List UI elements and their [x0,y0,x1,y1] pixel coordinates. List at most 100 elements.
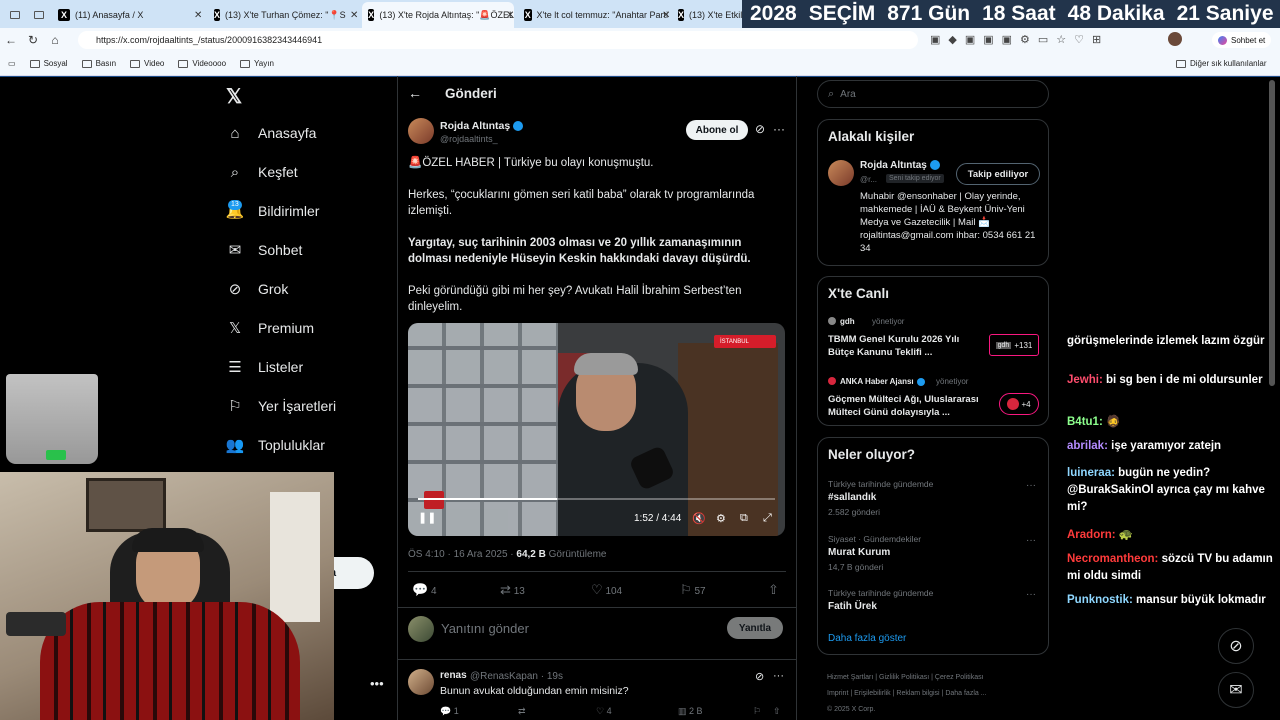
reply-author-handle[interactable]: @RenasKapan · 19s [470,671,563,682]
bookmark-folder[interactable]: Sosyal [29,59,68,68]
pause-icon[interactable]: ❚❚ [418,511,436,524]
trend-name[interactable]: #sallandık [828,492,876,503]
more-options-icon[interactable]: ··· [1026,535,1036,546]
reply-button[interactable]: Yanıtla [727,617,783,639]
bookmark-folder[interactable]: Basın [81,59,116,68]
extension-icons[interactable]: ▣◆▣▣▣⚙▭☆♡⊞ [930,33,1109,46]
browser-tab[interactable]: X X'te lt col temmuz: "Anahtar Parti [518,4,668,26]
trend-name[interactable]: Fatih Ürek [828,601,877,612]
folder-icon [81,59,92,68]
nav-explore[interactable]: ⌕ Keşfet [226,157,298,187]
url-field[interactable]: https://x.com/rojdaaltints_/status/20009… [78,31,918,49]
live-space-title[interactable]: Göçmen Mülteci Ağı, Uluslararası Mülteci… [828,393,988,419]
back-arrow-icon[interactable]: ← [408,85,422,101]
author-name[interactable]: Rojda Altıntaş [440,120,524,132]
subscribe-button[interactable]: Abone ol [686,120,748,140]
nav-premium[interactable]: 𝕏 Premium [226,313,314,343]
more-options-icon[interactable]: ··· [773,670,784,682]
footer-link[interactable]: Erişilebilirlik [854,690,891,697]
chat-message: B4tu1: 🧔 [1067,414,1277,431]
other-bookmarks[interactable]: Diğer sık kullanılanlar [1176,59,1266,68]
verified-badge-icon [513,121,524,132]
reply-bookmark-icon[interactable]: ⚐ [753,706,761,717]
nav-communities[interactable]: 👥 Topluluklar [226,430,325,460]
countdown-hours: 18 Saat [982,2,1056,25]
more-options-icon[interactable]: ··· [773,122,785,136]
scrollbar-thumb[interactable] [1269,80,1275,386]
avatar[interactable] [408,669,434,695]
picture-in-picture-icon[interactable]: ⧉ [740,512,748,525]
share-icon[interactable]: ⇧ [768,582,779,598]
search-input[interactable]: ⌕ Ara [817,80,1049,108]
like-action[interactable]: ♡ 104 [591,582,622,598]
channel-logo-icon [424,491,444,509]
grok-icon[interactable]: ⊘ [755,670,764,683]
nav-lists[interactable]: ☰ Listeler [226,352,303,382]
copilot-chat-button[interactable]: Sohbet et [1212,32,1272,48]
browser-tab-active[interactable]: X (13) X'te Rojda Altıntaş: "🚨ÖZEL [362,2,514,28]
bookmark-folder[interactable]: Video [130,59,164,68]
fullscreen-icon[interactable]: ⤢ [763,512,772,525]
x-logo-icon[interactable]: 𝕏 [226,84,242,109]
avatar[interactable] [1168,32,1182,46]
tab-close-icon[interactable]: ✕ [500,4,514,26]
show-more-link[interactable]: Daha fazla göster [828,633,906,644]
footer-link[interactable]: Hizmet Şartları [827,674,873,681]
more-options-icon[interactable]: ··· [1026,589,1036,600]
home-icon[interactable]: ⌂ [44,33,66,47]
more-options-icon[interactable]: ••• [370,676,384,691]
avatar[interactable] [828,160,854,186]
live-space-title[interactable]: TBMM Genel Kurulu 2026 Yılı Bütçe Kanunu… [828,333,978,359]
bookmark-action[interactable]: ⚐ 57 [680,582,706,598]
following-button[interactable]: Takip ediliyor [956,163,1040,185]
reply-reply-action[interactable]: 💬 1 [440,706,459,717]
reply-repost-icon[interactable]: ⇄ [518,706,526,717]
reply-action[interactable]: 💬 4 [412,582,437,598]
refresh-icon[interactable]: ↻ [22,33,44,47]
nav-home[interactable]: ⌂ Anasayfa [226,118,316,148]
grok-icon[interactable]: ⊘ [755,122,765,136]
reply-views-action[interactable]: ▥ 2 B [678,706,703,717]
tab-close-icon[interactable]: ✕ [656,4,670,26]
tab-title: (13) X'te Turhan Çömez: "📍Sağlı [225,9,346,20]
tab-close-icon[interactable]: ✕ [344,4,358,26]
browser-tab[interactable]: X (13) X'te Turhan Çömez: "📍Sağlı [208,4,346,26]
grok-floating-button[interactable]: ⊘ [1218,628,1254,664]
trend-name[interactable]: Murat Kurum [828,547,890,558]
browser-tab[interactable]: X (13) X'te Etkili [672,4,742,26]
workspaces-icon[interactable] [28,4,48,26]
profile-icon[interactable] [4,4,22,26]
post-button[interactable]: a [328,557,374,589]
nav-grok[interactable]: ⊘ Grok [226,274,289,304]
reply-author-name[interactable]: renas [440,670,467,681]
post-timestamp[interactable]: ÖS 4:10 · 16 Ara 2025 · [408,549,516,560]
footer-link[interactable]: Gizlilik Politikası [879,674,929,681]
bookmark-folder[interactable]: Videoooo [178,59,226,68]
footer-link[interactable]: Daha fazla ... [945,690,986,697]
nav-bookmarks[interactable]: ⚐ Yer İşaretleri [226,391,336,421]
browser-tab[interactable]: X (11) Anasayfa / X [52,4,202,26]
repost-action[interactable]: ⇄ 13 [500,582,525,598]
avatar[interactable] [408,118,434,144]
footer-link[interactable]: Imprint [827,690,848,697]
bookmark-folder[interactable]: Yayın [240,59,274,68]
reply-input[interactable]: Yanıtını gönder [441,621,529,636]
divider [408,571,786,572]
reply-like-action[interactable]: ♡ 4 [596,706,612,717]
author-handle[interactable]: @rojdaaltints_ [440,134,498,144]
messages-floating-button[interactable]: ✉ [1218,672,1254,708]
related-name[interactable]: Rojda Altıntaş [860,160,940,171]
video-player[interactable]: İSTANBUL ❚❚ 1:52 / 4:44 🔇 ⚙ ⧉ ⤢ [408,323,785,536]
tab-close-icon[interactable]: ✕ [188,4,202,26]
nav-chat[interactable]: ✉ Sohbet [226,235,303,265]
footer-link[interactable]: Reklam bilgisi [896,690,939,697]
footer-link[interactable]: Çerez Politikası [935,674,984,681]
mute-icon[interactable]: 🔇 [692,512,706,525]
back-icon[interactable]: ← [0,33,22,47]
live-listeners[interactable]: gdh +131 [989,334,1039,356]
more-options-icon[interactable]: ··· [1026,480,1036,491]
reply-share-icon[interactable]: ⇧ [773,706,781,717]
live-listeners[interactable]: +4 [999,393,1039,415]
bookmark-menu-icon[interactable]: ▭ [8,59,16,68]
settings-icon[interactable]: ⚙ [716,512,726,525]
